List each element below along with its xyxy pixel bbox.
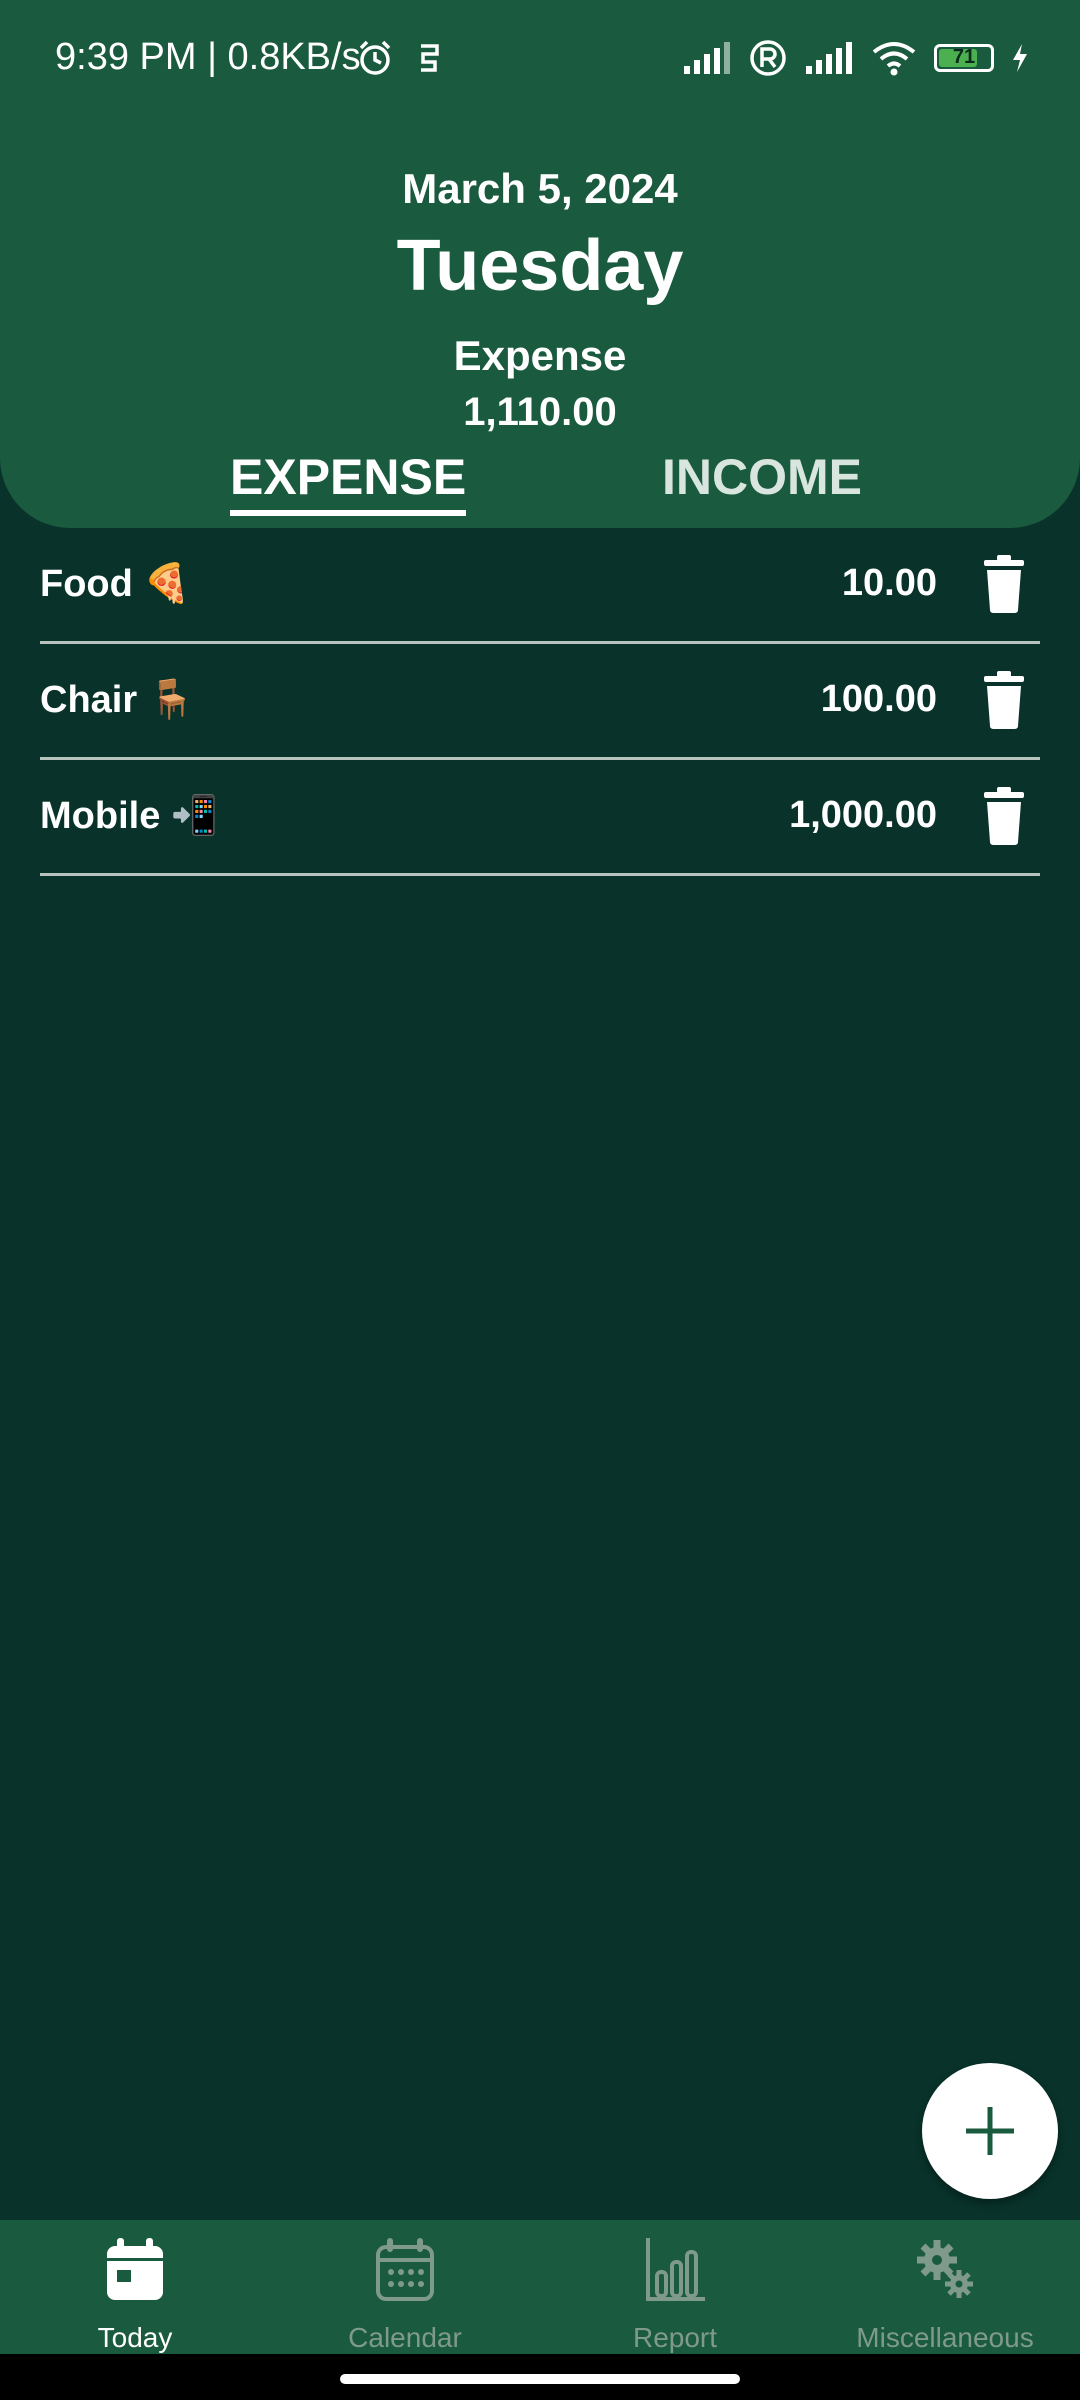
- signal-icon: [684, 42, 730, 74]
- entry-amount: 10.00: [841, 562, 937, 604]
- status-bar: 9:39 PM | 0.8KB/s 71: [0, 0, 1080, 120]
- registered-icon: [750, 40, 786, 76]
- tab-income[interactable]: INCOME: [662, 448, 862, 510]
- trash-icon[interactable]: [980, 670, 1028, 730]
- date-title: March 5, 2024: [402, 165, 678, 212]
- system-navigation-bar: [0, 2354, 1080, 2400]
- status-right-icons: 71: [682, 38, 1030, 78]
- nav-label: Miscellaneous: [856, 2322, 1034, 2353]
- header-panel: 9:39 PM | 0.8KB/s 71 March 5, 2024 Tuesd…: [0, 0, 1080, 528]
- nav-item-calendar[interactable]: Calendar: [270, 2220, 540, 2354]
- list-item[interactable]: Food 🍕 10.00: [40, 528, 1040, 644]
- nav-label: Report: [632, 2322, 718, 2353]
- entry-name: Food 🍕: [40, 563, 191, 605]
- notification-icon: [421, 44, 439, 72]
- signal-icon-2: [806, 42, 852, 74]
- bottom-nav: Today Calendar Report Miscellaneous: [0, 2220, 1080, 2354]
- summary-label: Expense: [453, 332, 627, 379]
- add-entry-button[interactable]: [922, 2063, 1058, 2199]
- entry-amount: 100.00: [820, 678, 937, 720]
- entry-list: Food 🍕 10.00 Chair 🪑 100.00 Mobile 📲 1,0…: [40, 528, 1040, 876]
- tab-expense[interactable]: EXPENSE: [230, 448, 467, 516]
- gears-icon: [917, 2240, 973, 2298]
- status-left-icons: [355, 38, 445, 78]
- nav-label: Calendar: [348, 2322, 462, 2353]
- trash-icon[interactable]: [980, 786, 1028, 846]
- calendar-icon: [376, 2238, 434, 2301]
- list-item[interactable]: Mobile 📲 1,000.00: [40, 760, 1040, 876]
- wifi-icon: [872, 42, 916, 76]
- alarm-icon: [359, 40, 391, 75]
- plus-icon: [966, 2107, 1014, 2155]
- nav-item-miscellaneous[interactable]: Miscellaneous: [810, 2220, 1080, 2354]
- status-time: 9:39 PM | 0.8KB/s: [55, 36, 361, 78]
- weekday-title: Tuesday: [396, 226, 684, 306]
- charging-icon: [1013, 44, 1027, 72]
- entry-amount: 1,000.00: [789, 794, 937, 836]
- list-item[interactable]: Chair 🪑 100.00: [40, 644, 1040, 760]
- entry-name: Mobile 📲: [40, 795, 219, 837]
- nav-label: Today: [97, 2322, 173, 2353]
- calendar-day-icon: [107, 2238, 163, 2300]
- nav-item-today[interactable]: Today: [0, 2220, 270, 2354]
- battery-icon: 71: [934, 44, 994, 72]
- bar-chart-icon: [646, 2238, 705, 2301]
- entry-name: Chair 🪑: [40, 679, 196, 721]
- home-indicator[interactable]: [340, 2374, 740, 2384]
- summary-value: 1,110.00: [463, 390, 617, 434]
- battery-level: 71: [952, 46, 976, 68]
- nav-item-report[interactable]: Report: [540, 2220, 810, 2354]
- trash-icon[interactable]: [980, 554, 1028, 614]
